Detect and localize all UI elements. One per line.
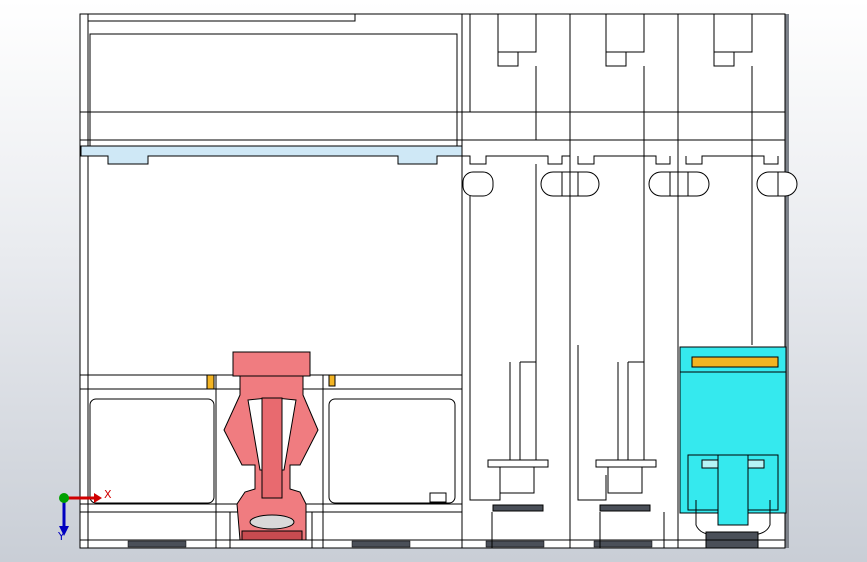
cyan-terminal-component[interactable]	[679, 346, 787, 549]
slot-oval	[648, 171, 710, 197]
orange-terminal-plate	[691, 356, 779, 368]
triad-x-label: X	[104, 488, 112, 501]
triad-y-label: Y	[57, 530, 65, 542]
slot-oval	[756, 171, 798, 197]
orange-tab-left	[206, 374, 215, 390]
lower-window-mid	[328, 398, 456, 504]
coordinate-triad-icon: X Y	[57, 488, 112, 542]
y-axis-icon	[59, 493, 69, 503]
cad-graphics-viewport[interactable]	[0, 0, 867, 562]
orange-tab-right	[328, 374, 336, 387]
latch-slot	[249, 514, 295, 530]
